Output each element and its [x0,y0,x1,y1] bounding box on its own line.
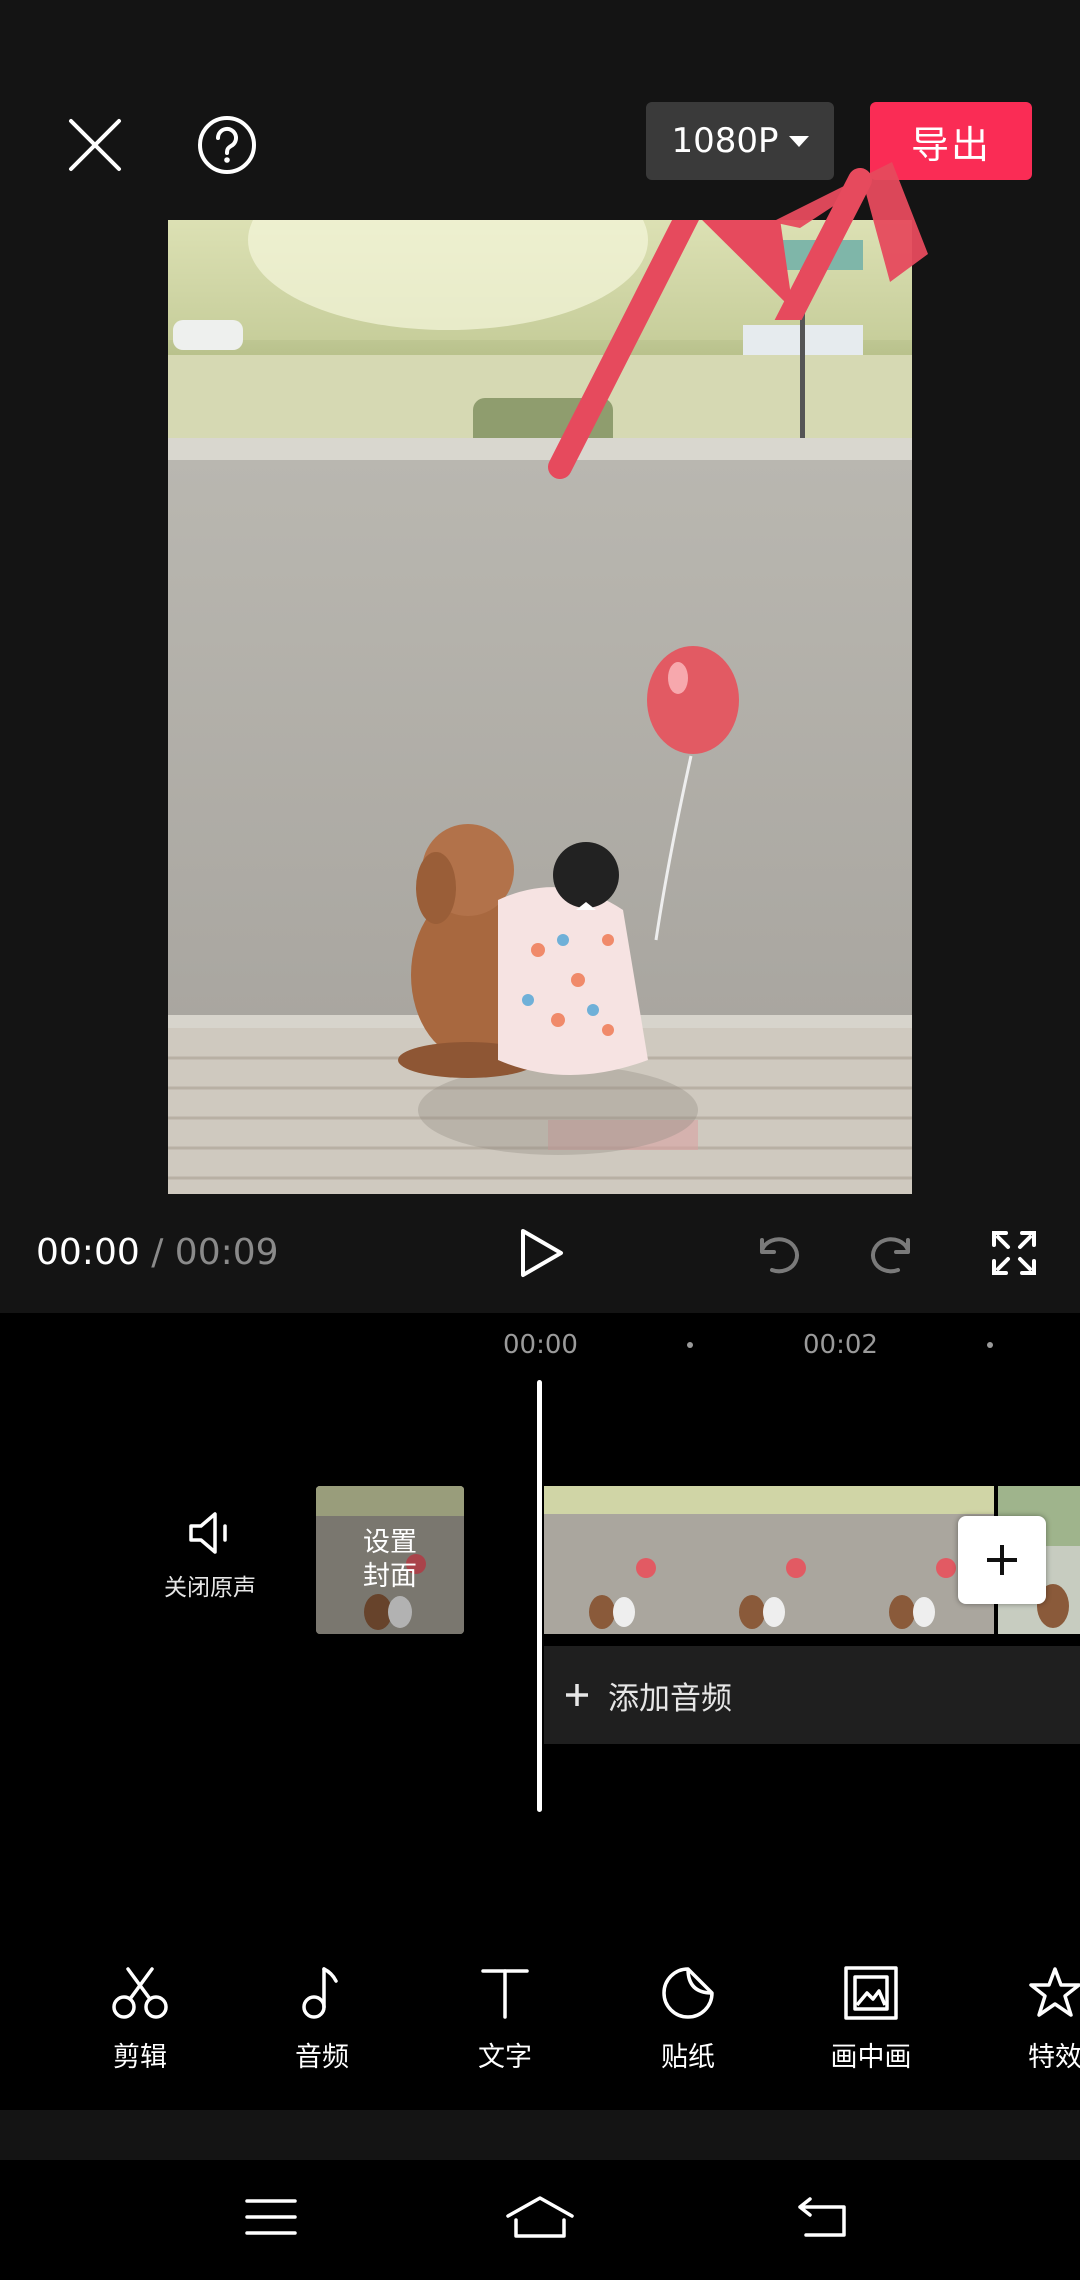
annotation-arrow-head-icon [772,162,928,320]
close-icon [69,119,121,171]
undo-button[interactable] [730,1208,820,1298]
add-audio-button[interactable]: 添加音频 [544,1646,1080,1744]
ruler-dot [687,1342,693,1348]
set-cover-button[interactable]: 设置 封面 [316,1486,464,1634]
chevron-down-icon [788,135,809,147]
time-separator: / [151,1232,164,1273]
ruler-mark: 00:00 [503,1330,578,1360]
home-button[interactable] [495,2172,585,2262]
tool-label: 文字 [478,2042,532,2073]
tool-edit[interactable]: 剪辑 [75,1965,205,2074]
system-navigation-bar [0,2160,1080,2280]
tool-label: 剪辑 [113,2042,167,2073]
ruler-mark: 00:02 [803,1330,878,1360]
plus-icon [566,1684,588,1706]
picture-in-picture-icon [844,1966,898,2020]
timecode: 00:00 / 00:09 [36,1232,279,1273]
video-preview[interactable] [168,220,912,1194]
tool-label: 画中画 [830,2042,912,2073]
add-audio-label: 添加音频 [608,1680,732,1717]
bottom-toolbar: 剪辑 音频 文字 贴纸 画中画 特效 [0,1965,1080,2110]
tool-label: 特效 [1028,2042,1080,2073]
redo-button[interactable] [850,1208,940,1298]
plus-icon [987,1545,1017,1575]
play-button[interactable] [496,1208,586,1298]
mute-label: 关闭原声 [164,1575,256,1601]
sticker-icon [662,1967,714,2019]
ruler-dot [987,1342,993,1348]
tool-effects[interactable]: 特效 [990,1965,1080,2074]
help-icon [198,116,256,174]
clip-frame [694,1486,844,1634]
tool-label: 贴纸 [661,2042,715,2073]
tool-audio[interactable]: 音频 [257,1965,387,2074]
tool-sticker[interactable]: 贴纸 [623,1965,753,2074]
home-icon [506,2196,574,2238]
tool-picture-in-picture[interactable]: 画中画 [806,1965,936,2074]
fullscreen-icon [992,1231,1036,1275]
back-icon [798,2197,846,2237]
clip-frame [544,1486,694,1634]
play-icon [521,1229,563,1277]
current-time: 00:00 [36,1232,140,1273]
cover-label: 设置 封面 [316,1486,464,1634]
undo-icon [760,1237,799,1274]
total-time: 00:09 [174,1232,279,1273]
fullscreen-button[interactable] [969,1208,1059,1298]
annotation-arrow-icon [548,220,793,479]
tool-text[interactable]: 文字 [440,1965,570,2074]
menu-icon [245,2199,297,2235]
mute-original-audio-button[interactable]: 关闭原声 [150,1510,270,1602]
help-button[interactable] [182,100,272,190]
add-clip-button[interactable] [958,1516,1046,1604]
playhead[interactable] [537,1380,542,1812]
speaker-icon [189,1512,227,1554]
menu-button[interactable] [226,2172,316,2262]
music-note-icon [302,1967,338,2019]
redo-icon [871,1237,910,1274]
back-button[interactable] [778,2172,868,2262]
text-icon [481,1969,529,2019]
close-button[interactable] [50,100,140,190]
effects-star-icon [1029,1967,1080,2017]
tool-label: 音频 [295,2042,349,2073]
scissors-icon [112,1967,168,2019]
